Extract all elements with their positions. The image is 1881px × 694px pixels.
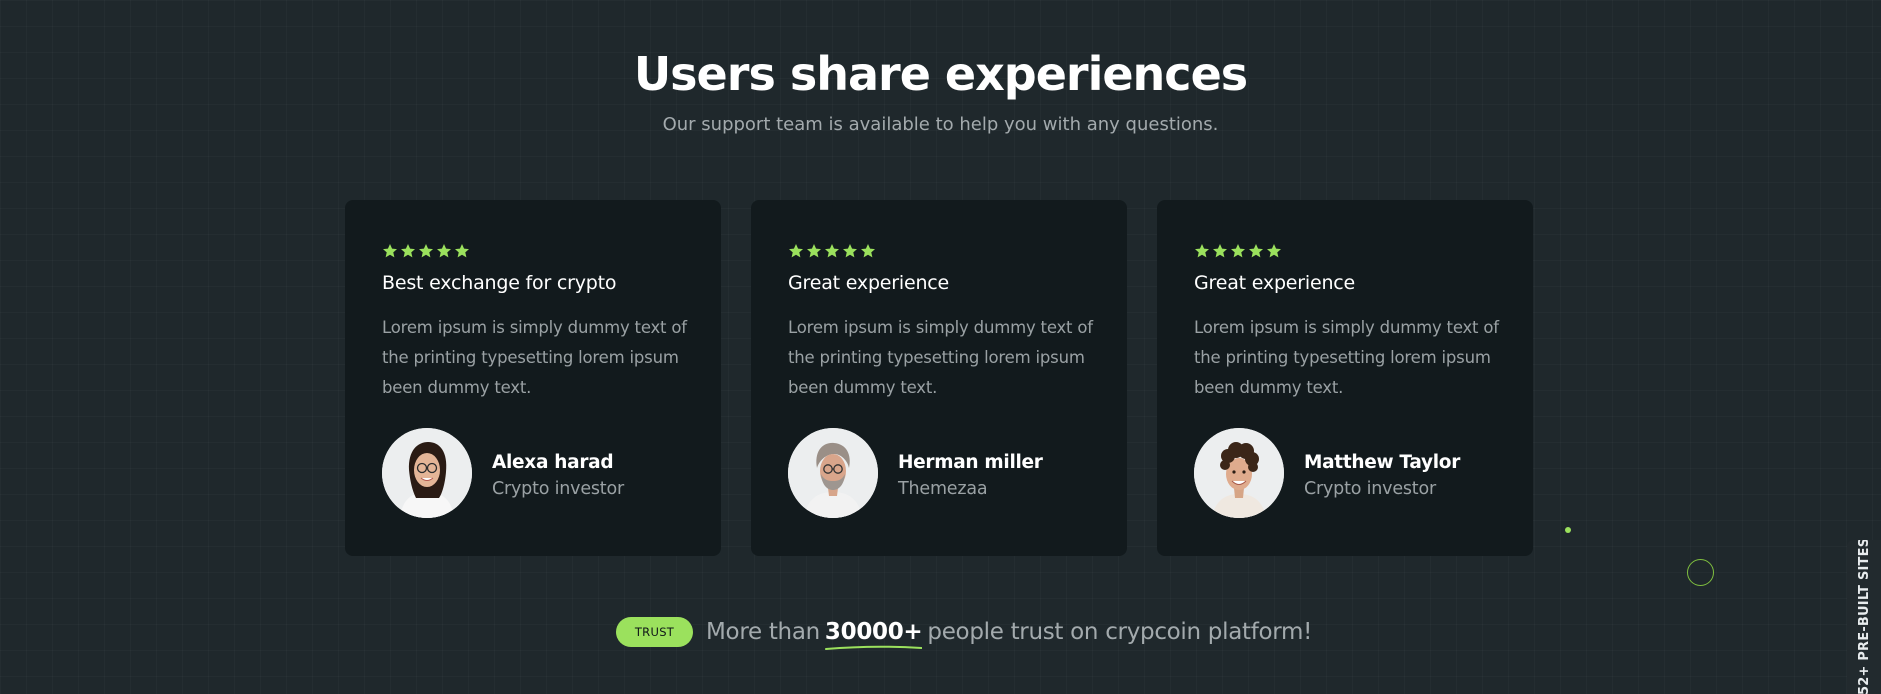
star-icon — [401, 244, 415, 258]
decorative-ring — [1687, 559, 1714, 586]
section-subtitle: Our support team is available to help yo… — [662, 114, 1219, 135]
author-role: Themezaa — [898, 479, 988, 499]
trust-count-wrapper: 30000+ — [824, 619, 923, 650]
section-title: Users share experiences — [633, 47, 1248, 101]
trust-prefix: More than — [706, 619, 820, 645]
trust-count: 30000+ — [824, 619, 923, 645]
testimonial-text: Lorem ipsum is simply dummy text of the … — [788, 318, 1093, 397]
star-icon — [1213, 244, 1227, 258]
testimonial-title: Great experience — [1194, 272, 1356, 294]
star-icon — [807, 244, 821, 258]
curly-man-avatar-image — [1194, 428, 1284, 518]
star-icon — [437, 244, 451, 258]
testimonial-text: Lorem ipsum is simply dummy text of the … — [382, 318, 687, 397]
star-icon — [1249, 244, 1263, 258]
star-icon — [383, 244, 397, 258]
star-rating — [788, 243, 876, 259]
star-icon — [861, 244, 875, 258]
testimonial-card: Best exchange for crypto Lorem ipsum is … — [345, 200, 721, 556]
testimonial-title: Best exchange for crypto — [382, 272, 617, 294]
author-role: Crypto investor — [492, 479, 624, 499]
star-icon — [1267, 244, 1281, 258]
decorative-dot — [1565, 527, 1571, 533]
prebuilt-sites-tab[interactable]: 52+ PRE-BUILT SITES — [1847, 540, 1881, 694]
star-icon — [419, 244, 433, 258]
testimonial-card: Great experience Lorem ipsum is simply d… — [1157, 200, 1533, 556]
trust-suffix: people trust on crypcoin platform! — [927, 619, 1313, 645]
testimonial-text: Lorem ipsum is simply dummy text of the … — [1194, 318, 1499, 397]
underline-squiggle-icon — [824, 645, 923, 650]
author-name: Alexa harad — [492, 452, 614, 473]
older-man-avatar-image — [788, 428, 878, 518]
avatar — [788, 428, 878, 518]
star-icon — [455, 244, 469, 258]
star-rating — [1194, 243, 1282, 259]
woman-avatar-image — [382, 428, 472, 518]
testimonial-title: Great experience — [788, 272, 950, 294]
trust-badge: TRUST — [616, 617, 693, 647]
author-role: Crypto investor — [1304, 479, 1436, 499]
star-icon — [789, 244, 803, 258]
avatar — [1194, 428, 1284, 518]
star-icon — [1195, 244, 1209, 258]
prebuilt-sites-label: 52+ PRE-BUILT SITES — [1857, 540, 1872, 694]
testimonial-card: Great experience Lorem ipsum is simply d… — [751, 200, 1127, 556]
star-icon — [825, 244, 839, 258]
star-rating — [382, 243, 470, 259]
avatar — [382, 428, 472, 518]
author-name: Herman miller — [898, 452, 1043, 473]
star-icon — [1231, 244, 1245, 258]
trust-text: More than 30000+ people trust on crypcoi… — [706, 619, 1313, 650]
star-icon — [843, 244, 857, 258]
author-name: Matthew Taylor — [1304, 452, 1461, 473]
trust-statement: TRUST More than 30000+ people trust on c… — [616, 614, 1312, 650]
